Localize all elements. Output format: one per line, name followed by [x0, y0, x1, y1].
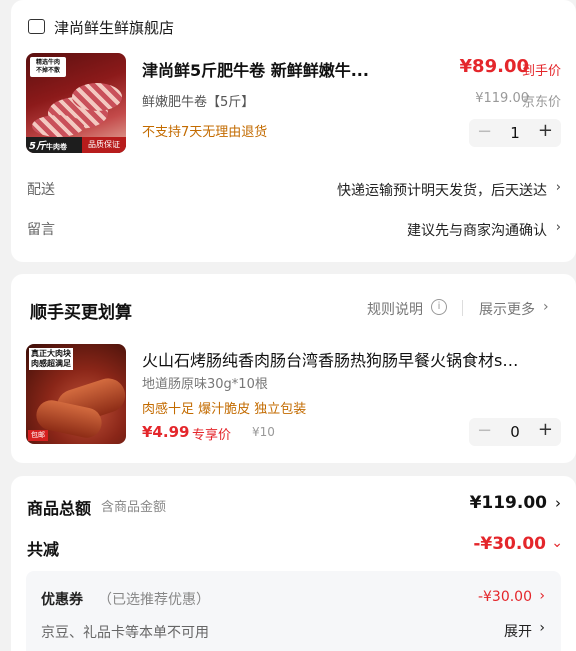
- coupon-value[interactable]: -¥30.00: [478, 589, 532, 605]
- order-item-card: 津尚鲜生鲜旗舰店 精选牛肉 不掉不散 5斤牛肉卷 品质保证 津尚鲜5斤肥牛卷 新…: [11, 0, 576, 262]
- product-price: ¥89.00: [459, 56, 529, 77]
- jd-bean-note: 京豆、礼品卡等本单不可用: [41, 625, 209, 641]
- reduce-value[interactable]: -¥30.00: [473, 534, 546, 554]
- addon-section: 顺手买更划算 规则说明 i 展示更多 › 真正大肉块 肉感超满足 包邮 火山石烤…: [11, 274, 576, 463]
- total-chevron-icon[interactable]: ›: [555, 494, 561, 512]
- total-value[interactable]: ¥119.00: [470, 493, 547, 513]
- expand-chevron-icon[interactable]: ›: [539, 620, 545, 636]
- addon-product-image[interactable]: 真正大肉块 肉感超满足 包邮: [26, 344, 126, 444]
- discount-details: 优惠券 （已选推荐优惠） -¥30.00 › 京豆、礼品卡等本单不可用 展开 ›: [26, 571, 561, 651]
- total-sub-label: 含商品金额: [101, 500, 167, 515]
- message-value[interactable]: 建议先与商家沟通确认: [407, 220, 547, 240]
- addon-title: 顺手买更划算: [30, 303, 132, 323]
- addon-product-price: ¥4.99: [142, 423, 190, 441]
- addon-image-corner: 包邮: [28, 430, 48, 441]
- original-price-label: 京东价: [521, 95, 561, 110]
- coupon-note: （已选推荐优惠）: [98, 592, 210, 608]
- coupon-chevron-icon[interactable]: ›: [539, 588, 545, 604]
- store-icon: [28, 19, 45, 34]
- show-more-link[interactable]: 展示更多: [479, 299, 535, 319]
- divider: [462, 300, 463, 316]
- message-label: 留言: [27, 222, 55, 238]
- product-spec[interactable]: 鲜嫩肥牛卷【5斤】: [142, 91, 254, 110]
- reduce-chevron-down-icon[interactable]: ⌄: [551, 535, 563, 551]
- addon-price-tag: 专享价: [192, 428, 232, 443]
- price-tag-label: 到手价: [521, 64, 561, 79]
- addon-product-spec[interactable]: 地道肠原味30g*10根: [142, 373, 268, 392]
- store-name[interactable]: 津尚鲜生鲜旗舰店: [54, 17, 174, 38]
- addon-product-tags: 肉感十足 爆汁脆皮 独立包装: [142, 402, 307, 417]
- quantity-stepper: − 1 +: [469, 119, 561, 147]
- product-image[interactable]: 精选牛肉 不掉不散 5斤牛肉卷 品质保证: [26, 53, 126, 153]
- reduce-label: 共减: [27, 540, 60, 559]
- addon-original-price: ¥10: [252, 425, 275, 439]
- addon-increase-button[interactable]: +: [538, 419, 553, 440]
- product-image-weight: 5斤牛肉卷: [29, 141, 67, 152]
- original-price: ¥119.00: [475, 91, 529, 106]
- product-image-tag: 精选牛肉 不掉不散: [30, 57, 66, 77]
- order-summary: 商品总额 含商品金额 ¥119.00 › 共减 -¥30.00 ⌄ 优惠券 （已…: [11, 476, 576, 651]
- show-more-chevron-icon[interactable]: ›: [543, 299, 549, 315]
- return-policy-note: 不支持7天无理由退货: [142, 125, 268, 140]
- product-image-guarantee: 品质保证: [82, 137, 126, 153]
- delivery-label: 配送: [27, 182, 55, 198]
- total-label: 商品总额: [27, 499, 92, 518]
- info-icon[interactable]: i: [431, 299, 447, 315]
- rule-link[interactable]: 规则说明: [367, 299, 423, 319]
- product-title[interactable]: 津尚鲜5斤肥牛卷 新鲜鲜嫩牛...: [142, 57, 369, 81]
- addon-quantity-stepper: − 0 +: [469, 418, 561, 446]
- expand-button[interactable]: 展开: [504, 621, 532, 641]
- delivery-value[interactable]: 快递运输预计明天发货，后天送达: [337, 180, 547, 200]
- addon-image-label: 真正大肉块 肉感超满足: [29, 348, 73, 370]
- message-chevron-icon[interactable]: ›: [556, 220, 561, 235]
- delivery-chevron-icon[interactable]: ›: [556, 180, 561, 195]
- increase-button[interactable]: +: [538, 120, 553, 141]
- addon-product-title[interactable]: 火山石烤肠纯香肉肠台湾香肠热狗肠早餐火锅食材s…: [142, 347, 518, 371]
- coupon-label: 优惠券: [41, 592, 83, 608]
